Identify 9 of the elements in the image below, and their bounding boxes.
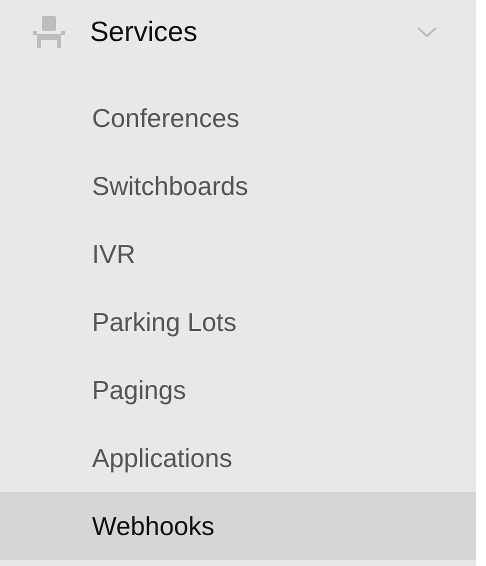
menu-item[interactable]: Applications: [0, 424, 476, 492]
menu-item[interactable]: Webhooks: [0, 492, 476, 560]
menu-item[interactable]: Parking Lots: [0, 288, 476, 356]
chair-icon: [31, 16, 67, 48]
menu-item[interactable]: Switchboards: [0, 152, 476, 220]
menu-header[interactable]: Services: [0, 0, 476, 64]
menu-item[interactable]: Pagings: [0, 356, 476, 424]
menu-item[interactable]: Conferences: [0, 84, 476, 152]
menu-item[interactable]: IVR: [0, 220, 476, 288]
